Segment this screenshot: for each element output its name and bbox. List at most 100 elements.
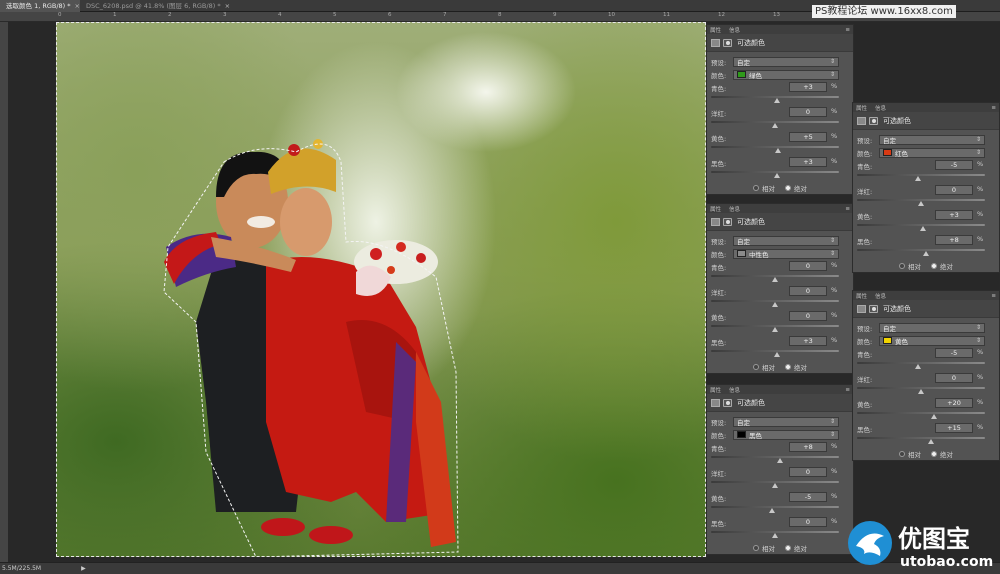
slider-label: 洋红: [857, 188, 873, 196]
slider-thumb[interactable] [772, 483, 778, 488]
radio-absolute[interactable]: 绝对 [785, 362, 807, 372]
color-select[interactable]: 黑色 ⇕ [733, 429, 839, 440]
slider-track[interactable] [857, 249, 985, 251]
panel-menu-icon[interactable]: ≡ [991, 105, 996, 111]
document-canvas[interactable] [56, 22, 706, 557]
radio-absolute[interactable]: 绝对 [785, 183, 807, 193]
slider-thumb[interactable] [775, 148, 782, 153]
layer-mask-icon[interactable] [723, 217, 732, 226]
slider-value-input[interactable]: +20 [935, 398, 973, 408]
slider-thumb[interactable] [772, 123, 778, 128]
preset-select[interactable]: 自定 ⇕ [733, 235, 839, 246]
properties-panel-yellows: 属性 信息 ≡ 可选颜色 预设: 自定 ⇕ 颜色: 黄色 ⇕ 青色: -5% 洋红: 0… [852, 290, 1000, 461]
slider-track[interactable] [857, 174, 985, 176]
slider-track[interactable] [711, 506, 839, 508]
slider-thumb[interactable] [768, 508, 775, 513]
slider-value-input[interactable]: -5 [935, 160, 973, 170]
preset-select[interactable]: 自定 ⇕ [879, 322, 985, 333]
layer-mask-icon[interactable] [869, 304, 878, 313]
preset-select[interactable]: 自定 ⇕ [879, 134, 985, 145]
color-select[interactable]: 红色 ⇕ [879, 147, 985, 158]
slider-thumb[interactable] [914, 176, 921, 181]
tab-document-2[interactable]: DSC_6208.psd @ 41.8% (图层 6, RGB/8) * × [80, 0, 250, 12]
slider-value-input[interactable]: 0 [789, 107, 827, 117]
slider-thumb[interactable] [914, 364, 921, 369]
radio-label: 相对 [908, 450, 921, 459]
slider-thumb[interactable] [772, 302, 778, 307]
slider-value-input[interactable]: 0 [789, 311, 827, 321]
slider-value-input[interactable]: 0 [789, 286, 827, 296]
slider-value-input[interactable]: 0 [935, 185, 973, 195]
slider-value-input[interactable]: +3 [935, 210, 973, 220]
slider-thumb[interactable] [772, 277, 778, 282]
slider-thumb[interactable] [919, 226, 926, 231]
tab-properties[interactable]: 属性 [710, 205, 721, 213]
radio-relative[interactable]: 相对 [753, 362, 775, 372]
slider-thumb[interactable] [773, 352, 780, 357]
slider-value-input[interactable]: +8 [935, 235, 973, 245]
slider-value-input[interactable]: +3 [789, 82, 827, 92]
slider-track[interactable] [857, 437, 985, 439]
radio-relative[interactable]: 相对 [899, 261, 921, 271]
radio-absolute[interactable]: 绝对 [931, 261, 953, 271]
layer-mask-icon[interactable] [723, 398, 732, 407]
panel-menu-icon[interactable]: ≡ [991, 293, 996, 299]
tab-info[interactable]: 信息 [729, 26, 740, 34]
close-icon[interactable]: × [225, 2, 230, 10]
percent-sign: % [977, 398, 984, 406]
panel-menu-icon[interactable]: ≡ [845, 27, 850, 33]
slider-value-input[interactable]: +5 [789, 132, 827, 142]
layer-mask-icon[interactable] [869, 116, 878, 125]
slider-track[interactable] [711, 456, 839, 458]
tab-info[interactable]: 信息 [875, 104, 886, 112]
radio-absolute[interactable]: 绝对 [785, 543, 807, 553]
panel-menu-icon[interactable]: ≡ [845, 387, 850, 393]
slider-value-input[interactable]: 0 [789, 261, 827, 271]
radio-relative[interactable]: 相对 [899, 449, 921, 459]
tab-properties[interactable]: 属性 [710, 26, 721, 34]
radio-relative[interactable]: 相对 [753, 183, 775, 193]
slider-thumb[interactable] [773, 173, 780, 178]
slider-track[interactable] [857, 412, 985, 414]
radio-relative[interactable]: 相对 [753, 543, 775, 553]
layer-mask-icon[interactable] [723, 38, 732, 47]
tab-properties[interactable]: 属性 [856, 292, 867, 300]
tab-document-1[interactable]: 选取颜色 1, RGB/8) * × [0, 0, 80, 12]
slider-track[interactable] [857, 362, 985, 364]
status-menu-arrow-icon[interactable]: ▶ [81, 565, 86, 572]
slider-label: 黄色: [711, 135, 727, 143]
slider-value-input[interactable]: -5 [935, 348, 973, 358]
slider-thumb[interactable] [772, 533, 778, 538]
color-select[interactable]: 中性色 ⇕ [733, 248, 839, 259]
slider-value-input[interactable]: +8 [789, 442, 827, 452]
tab-properties[interactable]: 属性 [856, 104, 867, 112]
slider-value-input[interactable]: +3 [789, 336, 827, 346]
slider-thumb[interactable] [773, 98, 780, 103]
color-select[interactable]: 黄色 ⇕ [879, 335, 985, 346]
tab-properties[interactable]: 属性 [710, 386, 721, 394]
preset-select[interactable]: 自定 ⇕ [733, 416, 839, 427]
slider-label: 黑色: [711, 160, 727, 168]
slider-value-input[interactable]: +15 [935, 423, 973, 433]
preset-select[interactable]: 自定 ⇕ [733, 56, 839, 67]
slider-value-input[interactable]: 0 [935, 373, 973, 383]
slider-value-input[interactable]: +3 [789, 157, 827, 167]
slider-thumb[interactable] [772, 327, 778, 332]
slider-thumb[interactable] [777, 458, 784, 463]
slider-thumb[interactable] [918, 201, 924, 206]
slider-thumb[interactable] [927, 439, 934, 444]
slider-value-input[interactable]: 0 [789, 517, 827, 527]
dropdown-arrow-icon: ⇕ [975, 337, 981, 344]
slider-thumb[interactable] [930, 414, 937, 419]
panel-menu-icon[interactable]: ≡ [845, 206, 850, 212]
slider-value-input[interactable]: -5 [789, 492, 827, 502]
tab-info[interactable]: 信息 [875, 292, 886, 300]
tab-info[interactable]: 信息 [729, 205, 740, 213]
slider-thumb[interactable] [923, 251, 930, 256]
radio-absolute[interactable]: 绝对 [931, 449, 953, 459]
slider-thumb[interactable] [918, 389, 924, 394]
slider-value-input[interactable]: 0 [789, 467, 827, 477]
tab-info[interactable]: 信息 [729, 386, 740, 394]
color-select[interactable]: 绿色 ⇕ [733, 69, 839, 80]
slider-yellow: 黄色: -5% [707, 491, 853, 516]
